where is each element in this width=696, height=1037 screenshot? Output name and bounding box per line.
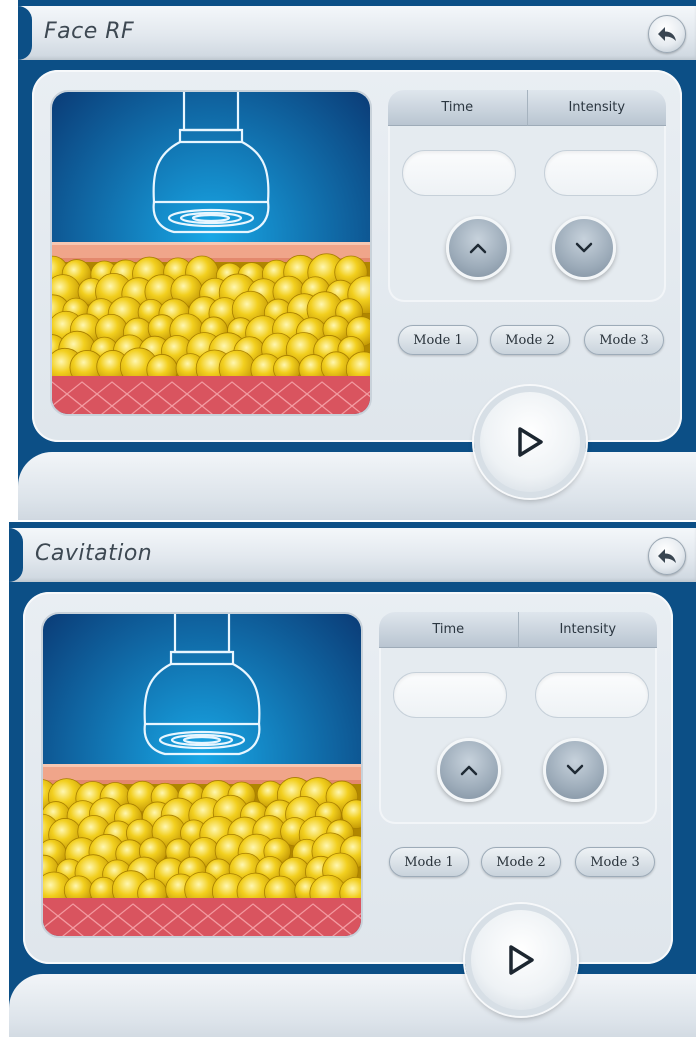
tab-bar: Time Intensity [388, 90, 666, 126]
intensity-value-field[interactable] [535, 672, 649, 718]
tab-intensity[interactable]: Intensity [526, 90, 666, 126]
mode-2-button[interactable]: Mode 2 [481, 847, 561, 877]
mode-2-button[interactable]: Mode 2 [490, 325, 570, 355]
start-button[interactable] [474, 386, 586, 498]
chevron-down-icon [566, 764, 584, 775]
play-icon [509, 945, 534, 975]
footer-bar [18, 452, 696, 520]
page-title: Face RF [44, 19, 135, 44]
title-bar: Face RF [18, 6, 696, 60]
chevron-down-icon [575, 242, 593, 253]
treatment-illustration [50, 90, 372, 416]
intensity-value-field[interactable] [544, 150, 658, 196]
title-bar: Cavitation [9, 528, 696, 582]
main-panel: Time Intensity Mode 1 Mode 2 Mode 3 [23, 592, 673, 964]
control-box: Time Intensity [379, 612, 657, 824]
control-box: Time Intensity [388, 90, 666, 302]
start-button[interactable] [465, 904, 577, 1016]
increase-button[interactable] [446, 216, 510, 280]
time-value-field[interactable] [402, 150, 516, 196]
mode-3-button[interactable]: Mode 3 [584, 325, 664, 355]
increase-button[interactable] [437, 738, 501, 802]
page-title: Cavitation [35, 541, 153, 566]
face-rf-screen: Face RF Time Intensity Mode 1 Mode 2 Mod… [18, 0, 696, 520]
chevron-up-icon [469, 243, 487, 254]
back-arrow-icon [658, 27, 676, 41]
mode-1-button[interactable]: Mode 1 [389, 847, 469, 877]
decrease-button[interactable] [552, 216, 616, 280]
cavitation-screen: Cavitation Time Intensity Mode 1 Mode 2 … [9, 522, 696, 1037]
tab-bar: Time Intensity [379, 612, 657, 648]
tab-time[interactable]: Time [388, 90, 527, 126]
mode-1-button[interactable]: Mode 1 [398, 325, 478, 355]
mode-3-button[interactable]: Mode 3 [575, 847, 655, 877]
tab-intensity[interactable]: Intensity [517, 612, 657, 648]
back-button[interactable] [648, 15, 686, 53]
tab-time[interactable]: Time [379, 612, 518, 648]
time-value-field[interactable] [393, 672, 507, 718]
main-panel: Time Intensity Mode 1 Mode 2 Mode 3 [32, 70, 682, 442]
back-button[interactable] [648, 537, 686, 575]
footer-bar [9, 974, 696, 1037]
chevron-up-icon [460, 765, 478, 776]
mode-selector: Mode 1 Mode 2 Mode 3 [379, 847, 659, 879]
treatment-illustration [41, 612, 363, 938]
play-icon [518, 427, 543, 457]
mode-selector: Mode 1 Mode 2 Mode 3 [388, 325, 668, 357]
decrease-button[interactable] [543, 738, 607, 802]
back-arrow-icon [658, 549, 676, 563]
